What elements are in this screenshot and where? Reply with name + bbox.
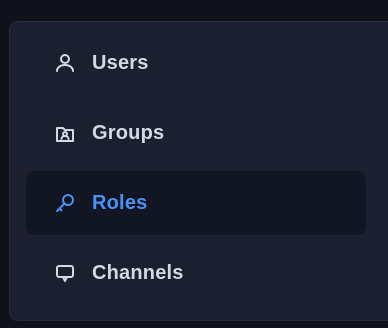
group-icon	[54, 122, 76, 144]
sidebar-item-label: Channels	[92, 261, 184, 284]
sidebar-item-groups[interactable]: Groups	[26, 101, 366, 165]
sidebar-item-label: Groups	[92, 121, 165, 144]
sidebar-item-channels[interactable]: Channels	[26, 241, 366, 305]
key-icon	[54, 192, 76, 214]
sidebar-item-label: Users	[92, 51, 149, 74]
sidebar-item-label: Roles	[92, 191, 148, 214]
sidebar-item-users[interactable]: Users	[26, 31, 366, 95]
user-icon	[54, 52, 76, 74]
sidebar-item-roles[interactable]: Roles	[26, 171, 366, 235]
chat-icon	[54, 262, 76, 284]
sidebar-panel: Users Groups Roles Channels	[9, 21, 388, 321]
